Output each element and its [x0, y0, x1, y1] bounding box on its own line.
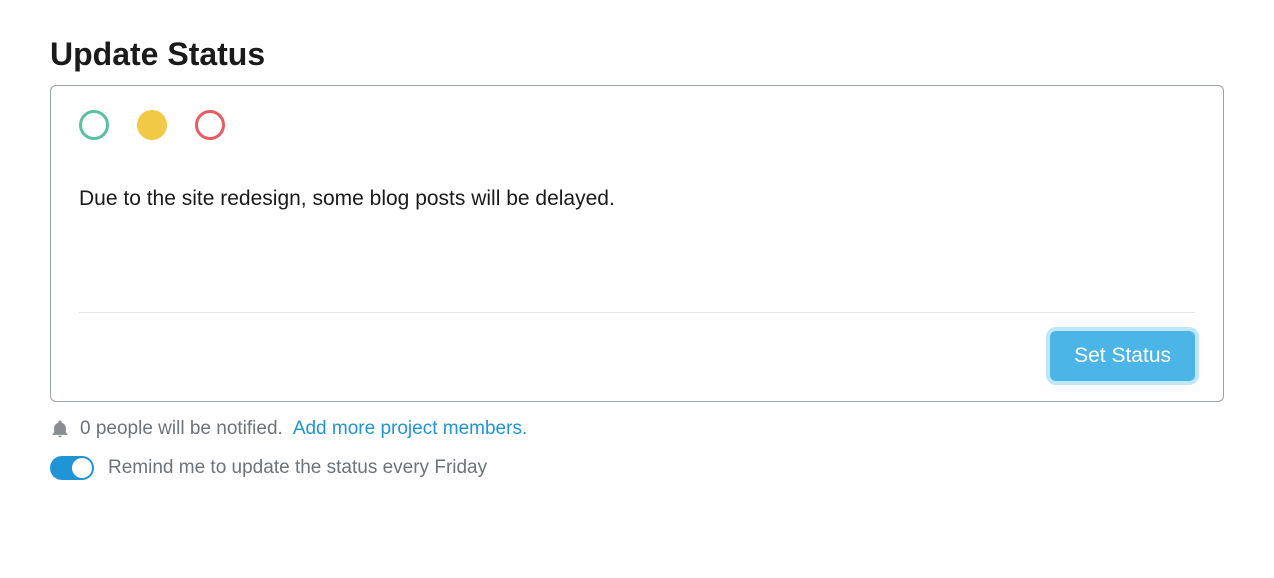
reminder-label: Remind me to update the status every Fri…	[108, 457, 487, 479]
notify-text: 0 people will be notified.	[80, 418, 283, 440]
reminder-toggle[interactable]	[50, 456, 94, 480]
footer: 0 people will be notified. Add more proj…	[50, 418, 1224, 480]
bell-icon	[50, 418, 70, 440]
status-color-yellow[interactable]	[137, 110, 167, 140]
status-color-red[interactable]	[195, 110, 225, 140]
reminder-row: Remind me to update the status every Fri…	[50, 456, 1224, 480]
status-color-green[interactable]	[79, 110, 109, 140]
page-title: Update Status	[50, 36, 1224, 73]
add-members-link[interactable]: Add more project members.	[293, 418, 527, 440]
status-text-input[interactable]: Due to the site redesign, some blog post…	[79, 184, 1195, 304]
card-actions: Set Status	[79, 331, 1195, 381]
status-card: Due to the site redesign, some blog post…	[50, 85, 1224, 402]
notify-row: 0 people will be notified. Add more proj…	[50, 418, 1224, 440]
toggle-knob	[72, 458, 92, 478]
divider	[79, 312, 1195, 313]
status-color-picker	[79, 110, 1195, 140]
set-status-button[interactable]: Set Status	[1050, 331, 1195, 381]
